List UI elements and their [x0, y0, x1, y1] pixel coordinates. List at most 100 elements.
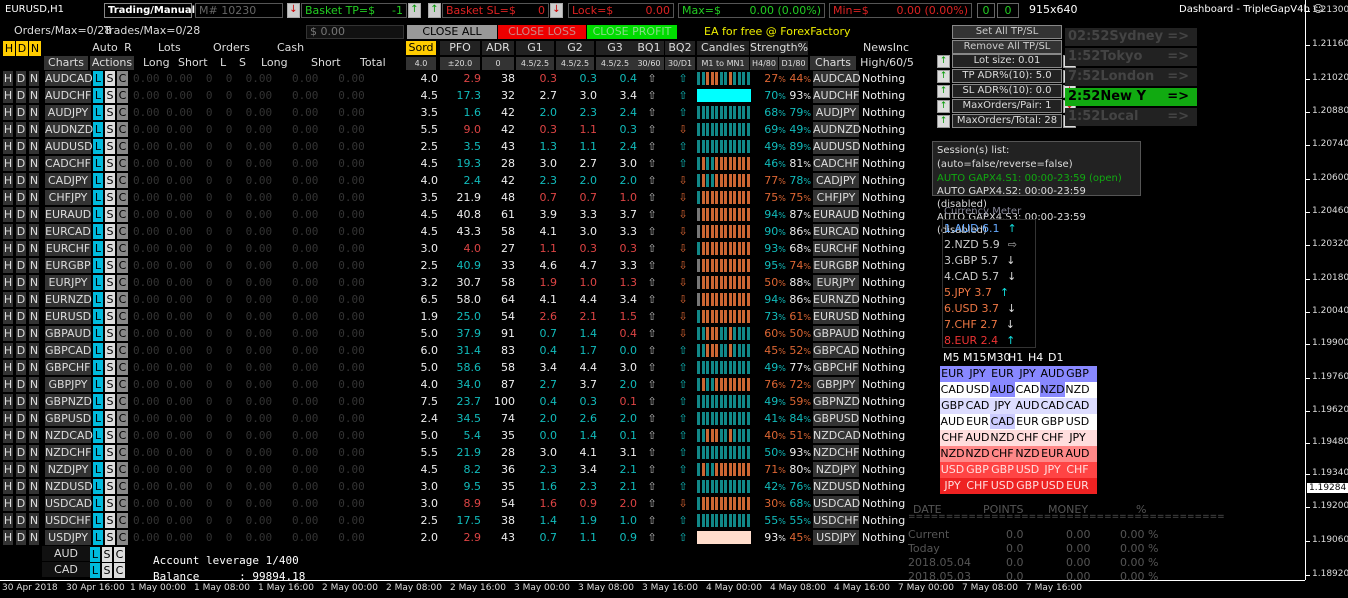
n-button[interactable]: N: [29, 530, 39, 545]
d-button[interactable]: D: [16, 513, 26, 528]
close-loss-button[interactable]: CLOSE LOSS: [498, 25, 586, 39]
n-button[interactable]: N: [29, 190, 39, 205]
close-profit-button[interactable]: CLOSE PROFIT: [587, 25, 677, 39]
close-button[interactable]: C: [117, 326, 128, 341]
session-local[interactable]: 1:52Local =>: [1065, 108, 1197, 126]
chart-button[interactable]: AUDCAD: [813, 71, 861, 86]
h-button[interactable]: H: [3, 326, 13, 341]
d-button[interactable]: D: [16, 241, 26, 256]
candles-header[interactable]: Candles: [697, 41, 749, 55]
increase-icon[interactable]: ↑: [937, 55, 950, 68]
short-button[interactable]: S: [105, 343, 115, 358]
long-button[interactable]: L: [93, 207, 103, 222]
d-button[interactable]: D: [16, 530, 26, 545]
chart-button[interactable]: EURUSD: [813, 309, 859, 324]
short-button[interactable]: S: [105, 479, 115, 494]
adr-header[interactable]: ADR: [482, 41, 514, 55]
short-button[interactable]: S: [105, 394, 115, 409]
close-button[interactable]: C: [117, 71, 128, 86]
chart-button[interactable]: AUDNZD: [813, 122, 861, 137]
short-button[interactable]: S: [105, 207, 115, 222]
close-button[interactable]: C: [117, 122, 128, 137]
basket-tp-down-icon[interactable]: ↓: [287, 3, 300, 18]
short-button[interactable]: S: [105, 139, 115, 154]
close-button[interactable]: C: [117, 275, 128, 290]
short-button[interactable]: S: [105, 462, 115, 477]
long-button[interactable]: L: [93, 275, 103, 290]
chart-button[interactable]: USDCHF: [813, 513, 859, 528]
symbol-chart-button[interactable]: USDCHF: [45, 513, 91, 528]
d-button[interactable]: D: [16, 309, 26, 324]
symbol-chart-button[interactable]: EURGBP: [45, 258, 91, 273]
short-button[interactable]: S: [105, 241, 115, 256]
d-button[interactable]: D: [16, 190, 26, 205]
n-button[interactable]: N: [29, 445, 39, 460]
long-button[interactable]: L: [93, 292, 103, 307]
n-button[interactable]: N: [29, 275, 39, 290]
session-new-y[interactable]: 2:52New Y =>: [1065, 88, 1197, 106]
long-button[interactable]: L: [93, 428, 103, 443]
symbol-chart-button[interactable]: EURCAD: [45, 224, 91, 239]
h-button[interactable]: H: [3, 207, 13, 222]
symbol-chart-button[interactable]: CHFJPY: [45, 190, 91, 205]
chart-button[interactable]: EURCAD: [813, 224, 859, 239]
d-button[interactable]: D: [16, 292, 26, 307]
symbol-chart-button[interactable]: GBPJPY: [45, 377, 91, 392]
setting-lot-size[interactable]: Lot size: 0.01: [952, 54, 1062, 68]
close-button[interactable]: C: [117, 360, 128, 375]
symbol-chart-button[interactable]: NZDJPY: [45, 462, 91, 477]
n-button[interactable]: N: [29, 224, 39, 239]
d-button[interactable]: D: [16, 445, 26, 460]
d-button[interactable]: D: [16, 105, 26, 120]
basket-tp-field[interactable]: Basket TP=$ -1: [301, 3, 407, 18]
short-button[interactable]: S: [105, 513, 115, 528]
pfo-header[interactable]: PFO: [440, 41, 480, 55]
long-button[interactable]: L: [93, 530, 103, 545]
h-button[interactable]: H: [3, 411, 13, 426]
chart-button[interactable]: NZDJPY: [813, 462, 859, 477]
h-button[interactable]: H: [3, 241, 13, 256]
cad-close-button[interactable]: C: [114, 563, 125, 578]
chart-button[interactable]: EURNZD: [813, 292, 860, 307]
symbol-chart-button[interactable]: AUDUSD: [45, 139, 93, 154]
d-button[interactable]: D: [16, 394, 26, 409]
h-button[interactable]: H: [3, 224, 13, 239]
setting-max-orders-pair[interactable]: MaxOrders/Pair: 1: [952, 99, 1062, 113]
h-button[interactable]: H: [3, 71, 13, 86]
n-button[interactable]: N: [29, 139, 39, 154]
n-button[interactable]: N: [29, 71, 39, 86]
d-button[interactable]: D: [16, 360, 26, 375]
h-button[interactable]: H: [3, 377, 13, 392]
n-button[interactable]: N: [29, 309, 39, 324]
close-button[interactable]: C: [117, 292, 128, 307]
short-button[interactable]: S: [105, 224, 115, 239]
chart-button[interactable]: NZDCHF: [813, 445, 860, 460]
d-button[interactable]: D: [16, 139, 26, 154]
increase-icon[interactable]: ↑: [937, 85, 950, 98]
long-button[interactable]: L: [93, 326, 103, 341]
symbol-chart-button[interactable]: EURCHF: [45, 241, 91, 256]
h-button[interactable]: H: [3, 513, 13, 528]
h-button[interactable]: H: [3, 275, 13, 290]
sord-header[interactable]: Sord: [406, 41, 436, 55]
h-button[interactable]: H: [3, 343, 13, 358]
close-button[interactable]: C: [117, 428, 128, 443]
increase-icon[interactable]: ↑: [937, 115, 950, 128]
close-button[interactable]: C: [117, 241, 128, 256]
h-button[interactable]: H: [3, 258, 13, 273]
long-button[interactable]: L: [93, 377, 103, 392]
long-button[interactable]: L: [93, 394, 103, 409]
long-button[interactable]: L: [93, 343, 103, 358]
chart-button[interactable]: USDJPY: [813, 530, 859, 545]
short-button[interactable]: S: [105, 326, 115, 341]
d-button[interactable]: D: [16, 207, 26, 222]
symbol-chart-button[interactable]: USDJPY: [45, 530, 91, 545]
symbol-chart-button[interactable]: AUDCHF: [45, 88, 91, 103]
long-button[interactable]: L: [93, 258, 103, 273]
close-button[interactable]: C: [117, 173, 128, 188]
increase-icon[interactable]: ↑: [937, 70, 950, 83]
long-button[interactable]: L: [93, 71, 103, 86]
symbol-chart-button[interactable]: GBPAUD: [45, 326, 91, 341]
d-button[interactable]: D: [16, 479, 26, 494]
long-button[interactable]: L: [93, 173, 103, 188]
